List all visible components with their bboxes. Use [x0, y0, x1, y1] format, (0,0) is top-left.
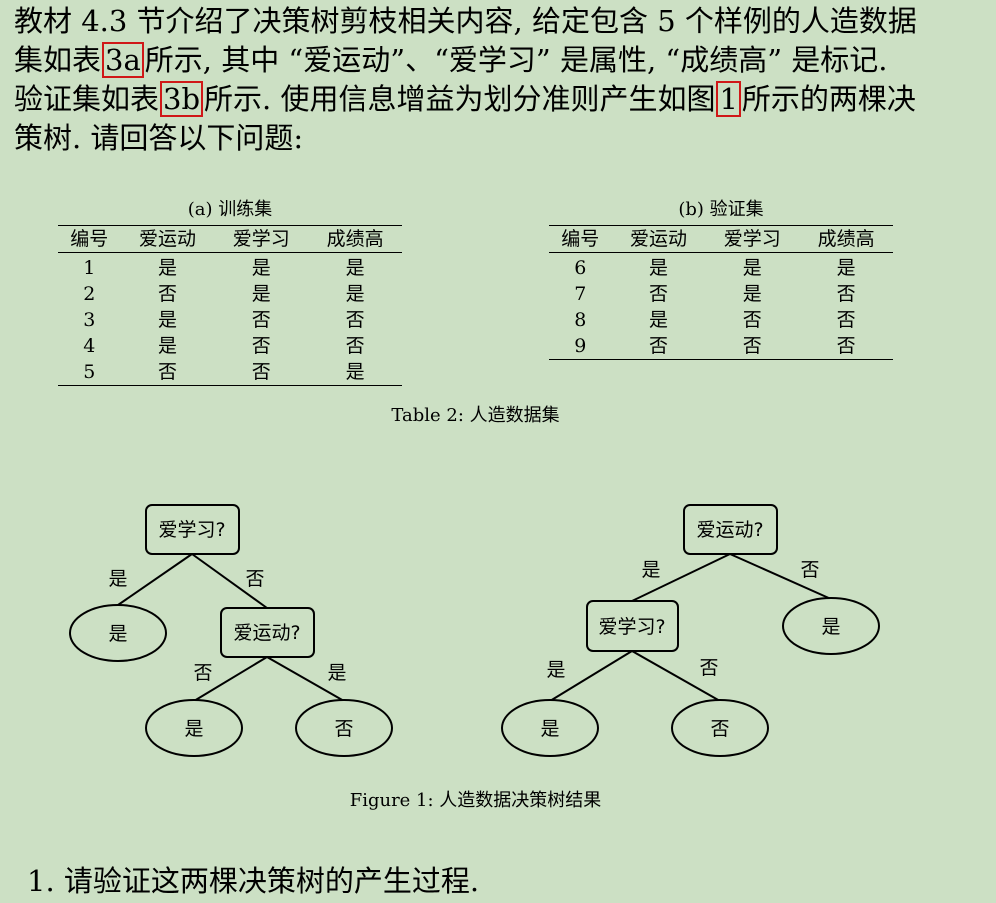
document-page: 教材 4.3 节介绍了决策树剪枝相关内容, 给定包含 5 个样例的人造数据 集如…: [0, 0, 996, 903]
tree-left-inner-yes-edge-label: 是: [327, 662, 346, 684]
tree-right-root-no-leaf-label: 是: [821, 616, 840, 638]
tree-left-root-yes-edge-label: 是: [108, 568, 127, 590]
tree-left-inner-no-edge-label: 否: [193, 662, 212, 684]
tree-right-root-no-edge-label: 否: [800, 559, 819, 581]
decision-trees-figure: 爱学习? 是 否 是 爱运动? 否 是 是 否 爱运动? 是 否 是 爱学习? …: [69, 504, 880, 757]
tree-left-edge-root-yes: [117, 553, 193, 606]
tree-left-inner-no-leaf-label: 是: [184, 718, 203, 740]
tree-left-inner-yes-leaf-label: 否: [334, 718, 353, 740]
tree-right-inner-yes-leaf-label: 是: [540, 718, 559, 740]
tree-left-root-no-edge-label: 否: [245, 568, 264, 590]
tree-right-root-label: 爱运动?: [696, 519, 763, 541]
tree-right-inner-no-edge-label: 否: [699, 657, 718, 679]
tree-left-root-label: 爱学习?: [158, 519, 225, 541]
tree-right-inner-label: 爱学习?: [598, 616, 665, 638]
figure-caption: Figure 1: 人造数据决策树结果: [349, 790, 602, 811]
tree-left-inner-label: 爱运动?: [233, 622, 300, 644]
tree-right-root-yes-edge-label: 是: [641, 559, 660, 581]
question-1: 1. 请验证这两棵决策树的产生过程.: [27, 864, 480, 898]
tree-left-root-yes-leaf-label: 是: [108, 623, 127, 645]
tree-right-inner-yes-edge-label: 是: [546, 659, 565, 681]
tree-right-inner-no-leaf-label: 否: [710, 718, 729, 740]
